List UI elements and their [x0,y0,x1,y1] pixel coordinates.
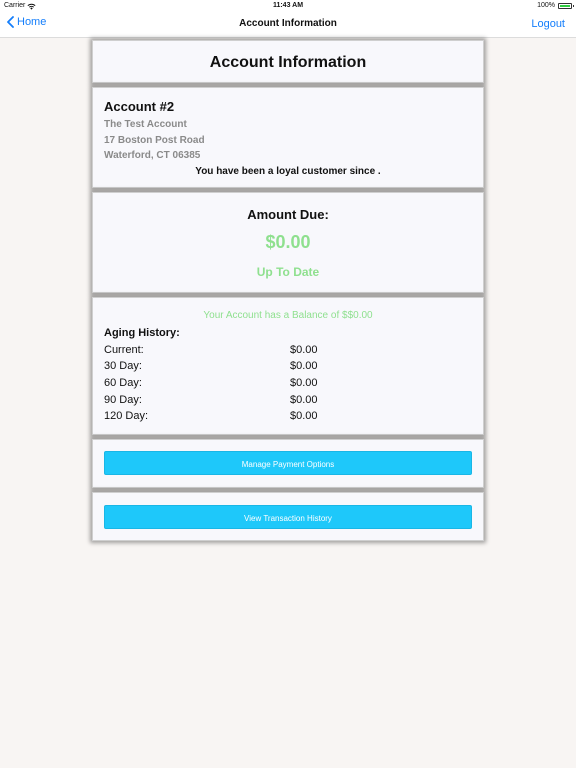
account-card: Account #2 The Test Account 17 Boston Po… [92,87,484,188]
nav-title: Account Information [239,18,337,29]
account-city: Waterford, CT 06385 [104,150,201,161]
aging-history-card: Your Account has a Balance of $$0.00 Agi… [92,297,484,435]
battery-icon [558,3,574,9]
aging-value: $0.00 [290,394,318,406]
aging-row-120-day: 120 Day: $0.00 [104,410,483,424]
view-transaction-history-button[interactable]: View Transaction History [104,505,472,529]
aging-label: 30 Day: [104,360,142,372]
amount-due-card: Amount Due: $0.00 Up To Date [92,192,484,293]
payment-status: Up To Date [256,265,320,279]
aging-value: $0.00 [290,410,318,422]
manage-payment-card: Manage Payment Options [92,439,484,488]
aging-value: $0.00 [290,360,318,372]
aging-label: 60 Day: [104,377,142,389]
aging-label: 90 Day: [104,394,142,406]
balance-message: Your Account has a Balance of $$0.00 [203,310,373,321]
aging-row-30-day: 30 Day: $0.00 [104,360,483,374]
aging-row-90-day: 90 Day: $0.00 [104,394,483,408]
account-number: Account #2 [104,99,175,114]
status-bar: Carrier 11:43 AM 100% [0,0,576,12]
manage-payment-options-button[interactable]: Manage Payment Options [104,451,472,475]
account-street: 17 Boston Post Road [104,135,205,146]
battery-percent: 100% [537,2,555,9]
status-time: 11:43 AM [272,2,304,9]
amount-due-value: $0.00 [265,232,311,252]
loyalty-message: You have been a loyal customer since . [195,166,381,177]
aging-label: 120 Day: [104,410,149,422]
battery-indicator: 100% [537,0,574,12]
aging-row-current: Current: $0.00 [104,344,483,358]
navigation-bar: Home Account Information Logout [0,12,576,38]
aging-value: $0.00 [290,344,318,356]
aging-history-heading: Aging History: [104,327,180,339]
amount-due-label: Amount Due: [247,207,329,222]
transaction-history-card: View Transaction History [92,492,484,541]
aging-label: Current: [104,344,144,356]
page-title: Account Information [209,54,367,71]
logout-button[interactable]: Logout [531,18,565,30]
aging-row-60-day: 60 Day: $0.00 [104,377,483,391]
title-card: Account Information [92,40,484,83]
account-name: The Test Account [104,119,187,130]
aging-value: $0.00 [290,377,318,389]
